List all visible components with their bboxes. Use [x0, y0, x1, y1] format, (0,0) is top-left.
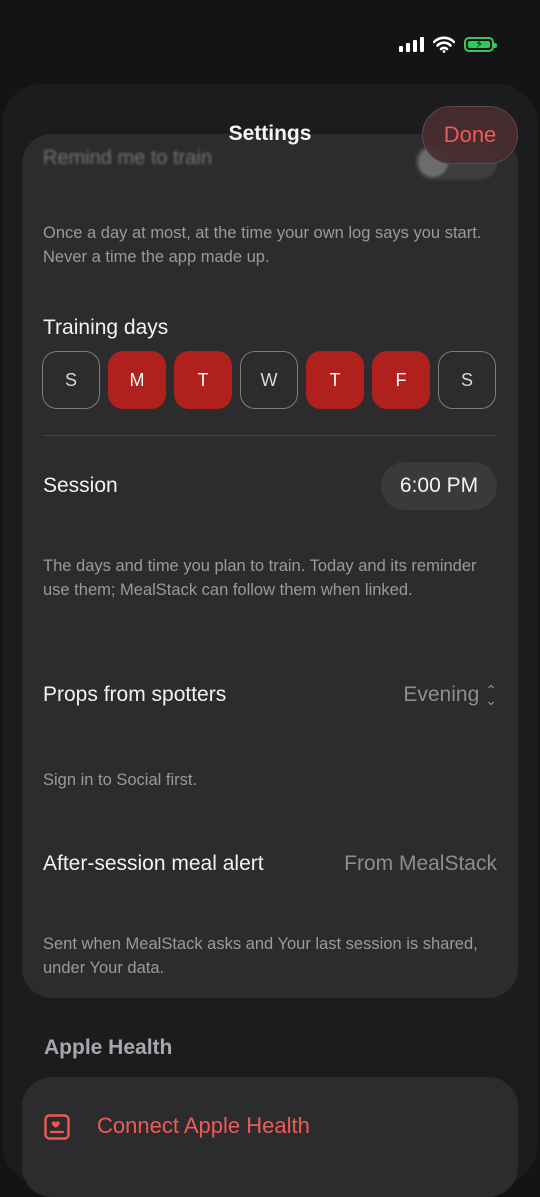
day-toggle-5[interactable]: F [372, 351, 430, 409]
health-card-icon [44, 1114, 70, 1140]
day-toggle-3[interactable]: W [240, 351, 298, 409]
training-settings-card: Remind me to train Once a day at most, a… [22, 134, 518, 998]
chevron-up-down-icon: ⌃ ⌄ [485, 682, 497, 709]
done-button[interactable]: Done [422, 106, 518, 164]
status-bar: ⚡ [399, 30, 497, 58]
divider [43, 435, 497, 436]
meal-alert-footnote: Sent when MealStack asks and Your last s… [43, 935, 478, 977]
props-value: Evening [403, 683, 480, 706]
props-footnote: Sign in to Social first. [43, 771, 198, 789]
wifi-icon [433, 36, 455, 53]
props-picker[interactable]: Evening ⌃ ⌄ [403, 683, 497, 707]
day-toggle-4[interactable]: T [306, 351, 364, 409]
props-label: Props from spotters [43, 683, 227, 706]
battery-charging-icon: ⚡ [464, 36, 497, 52]
apple-health-section-title: Apple Health [44, 1036, 173, 1059]
reminder-footnote: Once a day at most, at the time your own… [43, 224, 482, 266]
day-toggle-1[interactable]: M [108, 351, 166, 409]
session-time-button[interactable]: 6:00 PM [381, 462, 497, 510]
reminder-label: Remind me to train [43, 147, 212, 169]
connect-apple-health-button[interactable]: Connect Apple Health [97, 1113, 310, 1139]
meal-alert-value[interactable]: From MealStack [344, 852, 497, 876]
day-toggle-6[interactable]: S [438, 351, 496, 409]
day-toggle-0[interactable]: S [42, 351, 100, 409]
day-toggle-2[interactable]: T [174, 351, 232, 409]
apple-health-card: Connect Apple Health [22, 1077, 518, 1197]
meal-alert-label: After-session meal alert [43, 852, 264, 875]
training-days-picker: SMTWTFS [42, 351, 496, 409]
training-days-label: Training days [43, 316, 169, 339]
cellular-signal-icon [399, 36, 424, 52]
session-footnote: The days and time you plan to train. Tod… [43, 557, 477, 599]
session-label: Session [43, 474, 118, 497]
